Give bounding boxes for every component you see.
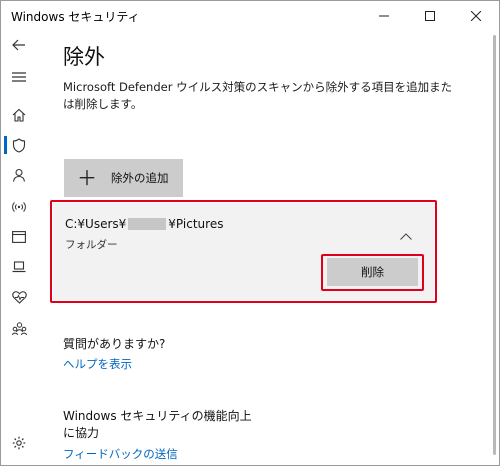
heart-icon xyxy=(11,290,27,304)
sidebar-item-device-security[interactable] xyxy=(1,253,37,281)
feedback-link[interactable]: フィードバックの送信 xyxy=(63,446,178,462)
questions-heading: 質問がありますか? xyxy=(63,337,166,351)
minimize-button[interactable] xyxy=(361,1,407,31)
gear-icon xyxy=(12,436,26,450)
scrollbar[interactable] xyxy=(490,31,498,465)
maximize-icon xyxy=(425,11,435,21)
sidebar-item-virus-protection[interactable] xyxy=(1,131,37,159)
back-button[interactable] xyxy=(1,31,37,59)
window-title: Windows セキュリティ xyxy=(11,9,140,24)
back-arrow-icon xyxy=(12,39,25,51)
sidebar-item-device-health[interactable] xyxy=(1,283,37,311)
sidebar-item-account[interactable] xyxy=(1,161,37,189)
wifi-signal-icon xyxy=(12,202,26,212)
sidebar-item-settings[interactable] xyxy=(1,429,37,457)
sidebar-item-firewall[interactable] xyxy=(1,193,37,221)
main-content: 除外 Microsoft Defender ウイルス対策のスキャンから除外する項… xyxy=(37,31,491,465)
sidebar xyxy=(1,31,37,465)
add-exclusion-label: 除外の追加 xyxy=(111,171,169,185)
close-icon xyxy=(471,11,481,21)
close-button[interactable] xyxy=(453,1,499,31)
sidebar-item-home[interactable] xyxy=(1,101,37,129)
title-bar: Windows セキュリティ xyxy=(1,1,499,31)
home-icon xyxy=(12,108,26,122)
add-exclusion-button[interactable]: ＋ 除外の追加 xyxy=(64,159,183,197)
browser-window-icon xyxy=(12,231,26,243)
menu-button[interactable] xyxy=(1,63,37,91)
scroll-thumb[interactable] xyxy=(493,35,496,455)
remove-highlight-frame xyxy=(321,254,424,291)
sidebar-item-app-browser[interactable] xyxy=(1,223,37,251)
maximize-button[interactable] xyxy=(407,1,453,31)
minimize-icon xyxy=(379,15,389,17)
hamburger-icon xyxy=(12,72,26,82)
laptop-icon xyxy=(12,261,26,273)
page-description: Microsoft Defender ウイルス対策のスキャンから除外する項目を追… xyxy=(63,80,453,111)
app-window: Windows セキュリティ 除外 Microsoft Defender ウイル… xyxy=(0,0,500,466)
shield-icon xyxy=(12,137,26,153)
improve-heading: Windows セキュリティの機能向上に協力 xyxy=(63,409,252,440)
sidebar-item-family[interactable] xyxy=(1,315,37,343)
window-controls xyxy=(361,1,499,31)
family-icon xyxy=(11,322,27,336)
plus-icon: ＋ xyxy=(77,166,97,190)
help-link[interactable]: ヘルプを表示 xyxy=(63,356,132,372)
person-icon xyxy=(12,168,26,182)
page-title: 除外 xyxy=(63,45,105,69)
